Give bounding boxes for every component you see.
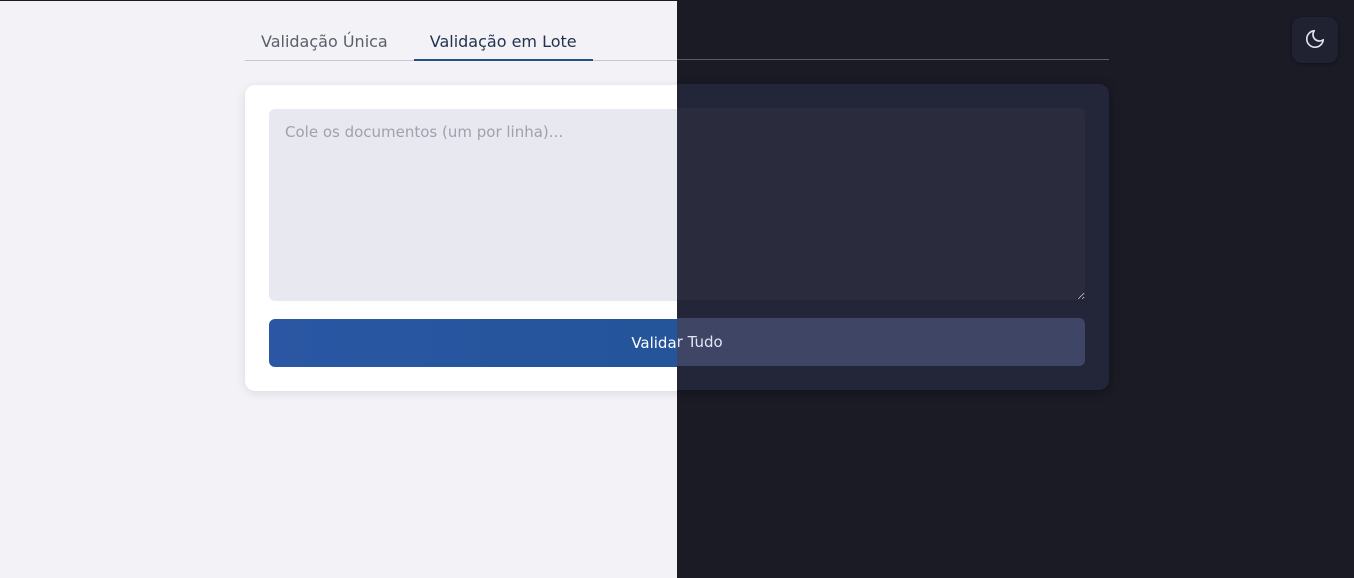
moon-icon bbox=[1304, 28, 1326, 53]
theme-toggle-button[interactable] bbox=[1292, 17, 1338, 63]
tab-batch-validation[interactable]: Validação em Lote bbox=[413, 23, 593, 61]
tab-single-validation[interactable]: Validação Única bbox=[245, 23, 404, 61]
